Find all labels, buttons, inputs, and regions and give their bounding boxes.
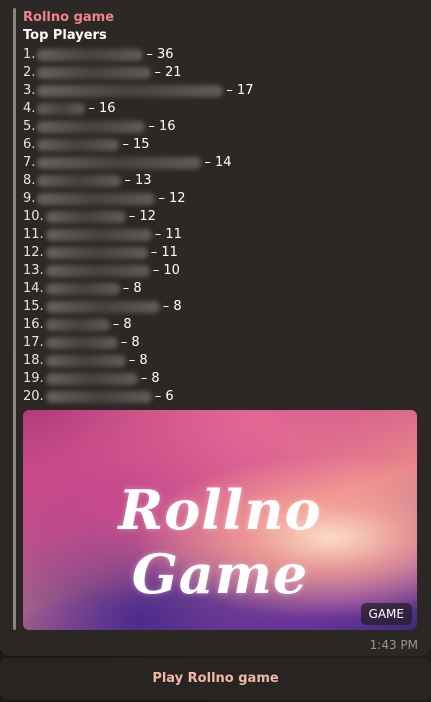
blurred-player-name xyxy=(45,247,148,259)
rank-number: 14. xyxy=(23,281,44,296)
rank-number: 4. xyxy=(23,101,36,116)
player-score: – 8 xyxy=(112,317,132,332)
player-score: – 16 xyxy=(88,101,116,116)
list-item: 11. – 11 xyxy=(23,226,254,244)
list-item: 14. – 8 xyxy=(23,280,254,298)
sender-name[interactable]: Rollno game xyxy=(23,10,114,26)
player-score: – 14 xyxy=(204,155,232,170)
rank-number: 15. xyxy=(23,299,44,314)
message-bubble: Rollno game Top Players 1. – 36 2. – 21 3.… xyxy=(0,0,431,656)
rank-number: 2. xyxy=(23,65,36,80)
rank-number: 18. xyxy=(23,353,44,368)
blurred-player-name xyxy=(45,373,138,385)
rank-number: 16. xyxy=(23,317,44,332)
player-score: – 8 xyxy=(162,299,182,314)
rank-number: 5. xyxy=(23,119,36,134)
list-item: 19. – 8 xyxy=(23,370,254,388)
rank-number: 11. xyxy=(23,227,44,242)
blurred-player-name xyxy=(45,283,120,295)
player-score: – 15 xyxy=(122,137,150,152)
list-item: 4. – 16 xyxy=(23,100,254,118)
player-score: – 17 xyxy=(226,83,254,98)
list-item: 5. – 16 xyxy=(23,118,254,136)
list-item: 7. – 14 xyxy=(23,154,254,172)
blurred-player-name xyxy=(37,193,156,205)
player-score: – 13 xyxy=(124,173,152,188)
leaderboard-list: 1. – 36 2. – 21 3. – 17 4. – 16 5. – 16 6. – 1… xyxy=(23,46,254,406)
rank-number: 9. xyxy=(23,191,36,206)
player-score: – 6 xyxy=(154,389,174,404)
list-item: 13. – 10 xyxy=(23,262,254,280)
list-item: 20. – 6 xyxy=(23,388,254,406)
blurred-player-name xyxy=(45,319,110,331)
list-item: 15. – 8 xyxy=(23,298,254,316)
blurred-player-name xyxy=(37,103,86,115)
blurred-player-name xyxy=(45,301,160,313)
blurred-player-name xyxy=(37,175,122,187)
player-score: – 36 xyxy=(146,47,174,62)
game-badge: GAME xyxy=(360,603,412,625)
blurred-player-name xyxy=(45,265,150,277)
rank-number: 17. xyxy=(23,335,44,350)
list-item: 12. – 11 xyxy=(23,244,254,262)
list-item: 1. – 36 xyxy=(23,46,254,64)
blurred-player-name xyxy=(37,67,152,79)
list-item: 8. – 13 xyxy=(23,172,254,190)
player-score: – 11 xyxy=(150,245,178,260)
player-score: – 10 xyxy=(152,263,180,278)
player-score: – 12 xyxy=(128,209,156,224)
quote-bar xyxy=(13,8,16,630)
blurred-player-name xyxy=(37,121,146,133)
rank-number: 3. xyxy=(23,83,36,98)
player-score: – 8 xyxy=(120,335,140,350)
list-item: 9. – 12 xyxy=(23,190,254,208)
blurred-player-name xyxy=(45,337,118,349)
blurred-player-name xyxy=(45,355,126,367)
list-item: 18. – 8 xyxy=(23,352,254,370)
rank-number: 8. xyxy=(23,173,36,188)
blurred-player-name xyxy=(37,85,224,97)
game-preview-image[interactable]: Rollno Game GAME xyxy=(23,410,417,630)
rank-number: 13. xyxy=(23,263,44,278)
blurred-player-name xyxy=(45,391,152,403)
rank-number: 1. xyxy=(23,47,36,62)
blurred-player-name xyxy=(45,229,152,241)
player-score: – 8 xyxy=(140,371,160,386)
list-item: 2. – 21 xyxy=(23,64,254,82)
rank-number: 6. xyxy=(23,137,36,152)
rank-number: 12. xyxy=(23,245,44,260)
blurred-player-name xyxy=(37,139,120,151)
rank-number: 10. xyxy=(23,209,44,224)
blurred-player-name xyxy=(37,157,202,169)
player-score: – 8 xyxy=(122,281,142,296)
rank-number: 19. xyxy=(23,371,44,386)
blurred-player-name xyxy=(45,211,126,223)
blurred-player-name xyxy=(37,49,144,61)
player-score: – 12 xyxy=(158,191,186,206)
rank-number: 7. xyxy=(23,155,36,170)
list-item: 17. – 8 xyxy=(23,334,254,352)
game-title-logo: Rollno Game xyxy=(118,478,322,606)
player-score: – 16 xyxy=(148,119,176,134)
player-score: – 21 xyxy=(154,65,182,80)
list-item: 16. – 8 xyxy=(23,316,254,334)
leaderboard-heading: Top Players xyxy=(23,28,107,43)
player-score: – 8 xyxy=(128,353,148,368)
rank-number: 20. xyxy=(23,389,44,404)
list-item: 6. – 15 xyxy=(23,136,254,154)
player-score: – 11 xyxy=(154,227,182,242)
play-game-button[interactable]: Play Rollno game xyxy=(0,658,431,700)
message-timestamp: 1:43 PM xyxy=(369,638,418,652)
list-item: 3. – 17 xyxy=(23,82,254,100)
list-item: 10. – 12 xyxy=(23,208,254,226)
